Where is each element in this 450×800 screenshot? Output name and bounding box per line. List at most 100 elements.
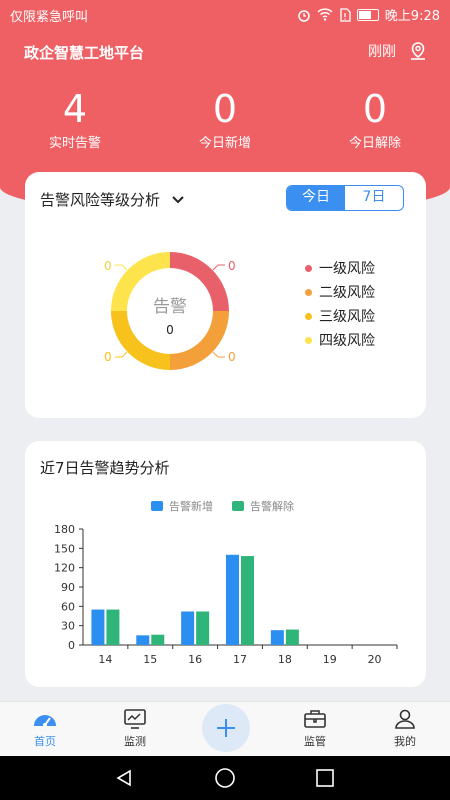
legend-label-2: 告警解除 bbox=[250, 499, 294, 513]
app-title: 政企智慧工地平台 bbox=[24, 44, 145, 62]
stat-label: 实时告警 bbox=[48, 136, 101, 151]
carrier-text: 仅限紧急呼叫 bbox=[10, 10, 89, 25]
wifi-icon bbox=[317, 8, 333, 21]
y-tick-label: 30 bbox=[61, 620, 75, 633]
legend-label: 二级风险 bbox=[319, 285, 375, 301]
legend-dot bbox=[305, 312, 312, 320]
legend-label: 三级风险 bbox=[319, 309, 375, 325]
legend-swatch-2 bbox=[232, 501, 244, 511]
legend-level4[interactable]: 四级风险 bbox=[305, 330, 375, 350]
risk-level-card: 告警风险等级分析 今日 7日 告警 0 0 0 0 0 一级风险 二级风险 三级… bbox=[25, 172, 426, 418]
nav-supervise-label: 监管 bbox=[304, 735, 326, 748]
stat-today-new[interactable]: 0 今日新增 bbox=[165, 88, 285, 151]
tab-7days[interactable]: 7日 bbox=[345, 186, 403, 210]
home-icon[interactable] bbox=[214, 767, 236, 789]
y-tick-label: 60 bbox=[61, 600, 75, 613]
legend-label: 一级风险 bbox=[319, 261, 375, 277]
leader-line-level1 bbox=[212, 264, 225, 271]
alarm-icon bbox=[298, 9, 310, 22]
stat-value: 4 bbox=[62, 87, 88, 131]
dashboard-icon bbox=[34, 715, 56, 727]
risk-donut-chart: 告警 0 0 0 0 0 bbox=[104, 252, 236, 370]
x-tick-label: 14 bbox=[98, 653, 112, 666]
location-pin-icon[interactable] bbox=[408, 41, 428, 61]
x-tick-label: 16 bbox=[188, 653, 202, 666]
bar-resolved bbox=[106, 609, 120, 645]
legend-dot bbox=[305, 336, 312, 344]
leader-line-level4 bbox=[115, 264, 128, 271]
user-status[interactable]: 刚刚 bbox=[368, 41, 428, 61]
nav-home-label: 首页 bbox=[34, 735, 56, 748]
recents-icon[interactable] bbox=[315, 768, 335, 788]
level2-value-label: 0 bbox=[228, 350, 236, 364]
leader-line-level2 bbox=[212, 351, 225, 358]
stat-today-resolved[interactable]: 0 今日解除 bbox=[315, 88, 435, 151]
trend-bar-chart: 告警新增 告警解除 0 30 60 90 120 150 180 14 15 16 17 18 19 20 bbox=[54, 499, 398, 666]
status-icons: 晚上9:28 bbox=[297, 5, 440, 24]
plus-icon bbox=[217, 719, 235, 737]
nav-profile[interactable]: 我的 bbox=[370, 707, 440, 749]
bar-resolved bbox=[196, 611, 210, 645]
legend-label: 四级风险 bbox=[319, 333, 375, 349]
person-icon bbox=[395, 709, 415, 729]
y-tick-label: 0 bbox=[68, 639, 75, 652]
add-button[interactable] bbox=[202, 704, 250, 752]
level4-value-label: 0 bbox=[104, 259, 112, 273]
stat-value: 0 bbox=[362, 87, 388, 131]
level1-value-label: 0 bbox=[228, 259, 236, 273]
legend-dot bbox=[305, 288, 312, 296]
x-tick-label: 17 bbox=[233, 653, 247, 666]
y-tick-label: 180 bbox=[54, 523, 75, 536]
nav-monitor[interactable]: 监测 bbox=[100, 707, 170, 749]
donut-center-value: 0 bbox=[166, 323, 174, 337]
monitor-icon bbox=[124, 709, 146, 729]
risk-card-title-text: 告警风险等级分析 bbox=[40, 191, 161, 209]
x-tick-label: 15 bbox=[143, 653, 157, 666]
legend-swatch-1 bbox=[151, 501, 163, 511]
stat-label: 今日新增 bbox=[198, 136, 251, 151]
x-tick-label: 18 bbox=[278, 653, 292, 666]
bar-new bbox=[181, 611, 195, 645]
nav-home[interactable]: 首页 bbox=[10, 707, 80, 749]
bar-new bbox=[226, 554, 239, 645]
stat-label: 今日解除 bbox=[348, 136, 401, 151]
bar-resolved bbox=[151, 634, 165, 645]
bar-resolved bbox=[241, 556, 254, 645]
user-status-text: 刚刚 bbox=[368, 44, 396, 60]
legend-level1[interactable]: 一级风险 bbox=[305, 258, 375, 278]
x-tick-label: 20 bbox=[368, 653, 382, 666]
bar-new bbox=[270, 630, 284, 645]
status-bar: 仅限紧急呼叫 晚上9:28 bbox=[0, 0, 450, 28]
legend-level3[interactable]: 三级风险 bbox=[305, 306, 375, 326]
trend-card-title: 近7日告警趋势分析 bbox=[40, 459, 170, 477]
period-toggle: 今日 7日 bbox=[286, 185, 404, 211]
bar-new bbox=[91, 609, 105, 645]
battery-icon bbox=[356, 8, 379, 21]
system-nav-bar bbox=[0, 756, 450, 800]
nav-profile-label: 我的 bbox=[394, 735, 416, 748]
sim-icon bbox=[340, 7, 351, 22]
bar-resolved bbox=[285, 629, 299, 645]
legend-level2[interactable]: 二级风险 bbox=[305, 282, 375, 302]
clock: 晚上9:28 bbox=[384, 9, 440, 24]
legend-label-1: 告警新增 bbox=[169, 499, 213, 513]
leader-line-level3 bbox=[115, 351, 128, 358]
nav-monitor-label: 监测 bbox=[124, 735, 146, 748]
donut-center-label: 告警 bbox=[153, 297, 187, 317]
y-tick-label: 120 bbox=[54, 562, 75, 575]
briefcase-icon bbox=[304, 710, 326, 728]
risk-card-title[interactable]: 告警风险等级分析 bbox=[40, 189, 184, 210]
nav-supervise[interactable]: 监管 bbox=[280, 707, 350, 749]
x-tick-label: 19 bbox=[323, 653, 337, 666]
stat-value: 0 bbox=[212, 87, 238, 131]
y-tick-label: 150 bbox=[54, 542, 75, 555]
level3-value-label: 0 bbox=[104, 350, 112, 364]
legend-dot bbox=[305, 264, 312, 272]
y-tick-label: 90 bbox=[61, 581, 75, 594]
tab-today[interactable]: 今日 bbox=[287, 186, 345, 210]
bar-new bbox=[136, 635, 150, 645]
trend-card: 近7日告警趋势分析 告警新增 告警解除 0 30 60 90 120 150 180 14 15 16… bbox=[25, 441, 426, 687]
stat-realtime-alarms[interactable]: 4 实时告警 bbox=[15, 88, 135, 151]
chevron-down-icon[interactable] bbox=[172, 195, 184, 204]
back-icon[interactable] bbox=[114, 768, 134, 788]
